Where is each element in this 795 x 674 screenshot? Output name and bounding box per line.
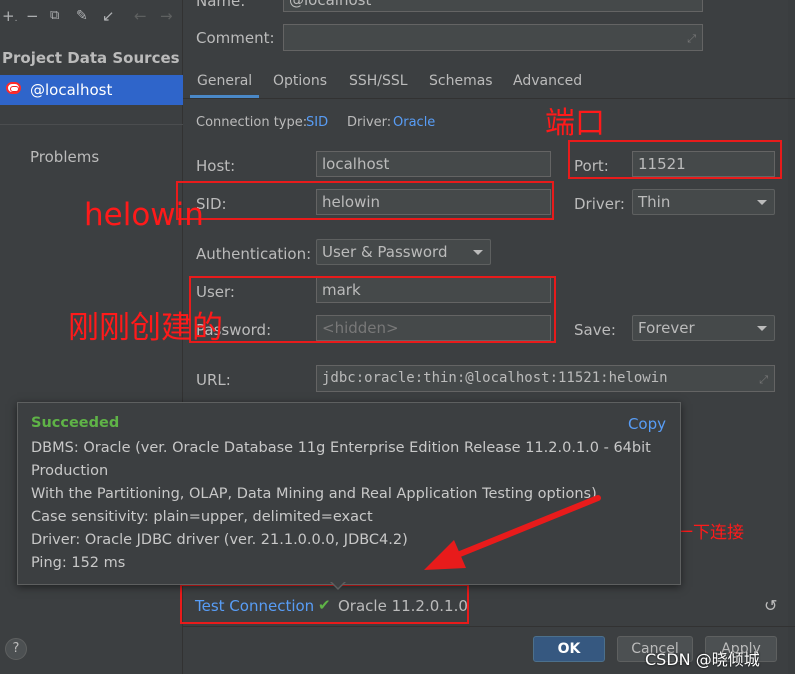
datasource-item-localhost[interactable]: @localhost [0,75,183,105]
comment-field[interactable]: ⤢ [283,24,703,51]
oracle-icon [6,82,21,94]
url-field[interactable]: jdbc:oracle:thin:@localhost:11521:helowi… [316,365,775,392]
authentication-select[interactable]: User & Password [316,239,491,265]
goto-icon[interactable]: ↙ [102,8,115,24]
sid-highlight-box [176,181,554,220]
popup-line: Driver: Oracle JDBC driver (ver. 21.1.0.… [31,532,408,548]
watermark: CSDN @晓倾城 [645,650,760,669]
connection-type-label: Connection type: [196,115,308,130]
chevron-down-icon [757,326,767,331]
url-value: jdbc:oracle:thin:@localhost:11521:helowi… [322,370,668,386]
save-label: Save: [574,321,616,339]
authentication-select-value: User & Password [322,243,448,261]
host-field[interactable]: localhost [316,151,551,177]
connection-type-link[interactable]: SID [306,115,328,130]
port-annotation: 端口 [545,106,605,141]
popup-line: Production [31,463,109,479]
tab-ssh-ssl[interactable]: SSH/SSL [349,73,408,89]
problems-item[interactable]: Problems [30,148,99,166]
tabs-divider [183,98,795,99]
wrench-icon[interactable]: ✎ [76,8,88,24]
chevron-down-icon [473,250,483,255]
port-highlight-box [568,140,782,179]
test-connection-link[interactable]: Test Connection [195,597,314,615]
sid-annotation: helowin [84,197,204,233]
project-data-sources-title: Project Data Sources [2,49,180,67]
save-select-value: Forever [638,319,695,337]
forward-icon[interactable]: → [160,8,173,24]
ok-button[interactable]: OK [533,636,605,662]
revert-icon[interactable]: ↺ [764,596,777,615]
back-icon[interactable]: ← [134,8,147,24]
driver-info-label: Driver: [347,115,392,130]
popup-pointer-inner [331,581,345,588]
name-field[interactable]: @localhost [283,0,703,12]
driver-select-value: Thin [638,193,671,211]
tab-schemas[interactable]: Schemas [429,73,493,89]
expand-icon[interactable]: ⤢ [687,30,696,48]
host-label: Host: [196,157,236,175]
tab-advanced[interactable]: Advanced [513,73,582,89]
authentication-label: Authentication: [196,245,312,263]
name-label: Name: [196,0,246,10]
datasource-label: @localhost [30,81,113,99]
expand-icon[interactable]: ⤢ [759,371,768,389]
help-button[interactable]: ? [5,638,27,660]
comment-label: Comment: [196,29,275,47]
sidebar-divider [0,124,183,125]
save-select[interactable]: Forever [632,315,775,341]
user-highlight-box [189,276,556,343]
driver-select[interactable]: Thin [632,189,775,215]
window-edge [788,0,795,674]
footer-divider [183,626,795,627]
popup-line: Ping: 152 ms [31,555,126,571]
popup-status: Succeeded [31,415,120,431]
duplicate-icon[interactable]: ⧉ [50,8,59,24]
driver-link[interactable]: Oracle [393,115,435,130]
user-annotation: 刚刚创建的 [68,310,223,346]
popup-line: Case sensitivity: plain=upper, delimited… [31,509,373,525]
check-icon: ✔ [318,596,331,614]
test-result-version: Oracle 11.2.0.1.0 [338,597,468,615]
popup-line: DBMS: Oracle (ver. Oracle Database 11g E… [31,440,651,456]
tab-options[interactable]: Options [273,73,327,89]
copy-link[interactable]: Copy [628,415,666,433]
chevron-down-icon [757,200,767,205]
url-label: URL: [196,371,231,389]
red-arrow [424,495,601,570]
tab-general[interactable]: General [197,73,252,89]
driver-label: Driver: [574,195,625,213]
add-icon[interactable]: +. [2,8,17,27]
remove-icon[interactable]: − [26,8,39,24]
